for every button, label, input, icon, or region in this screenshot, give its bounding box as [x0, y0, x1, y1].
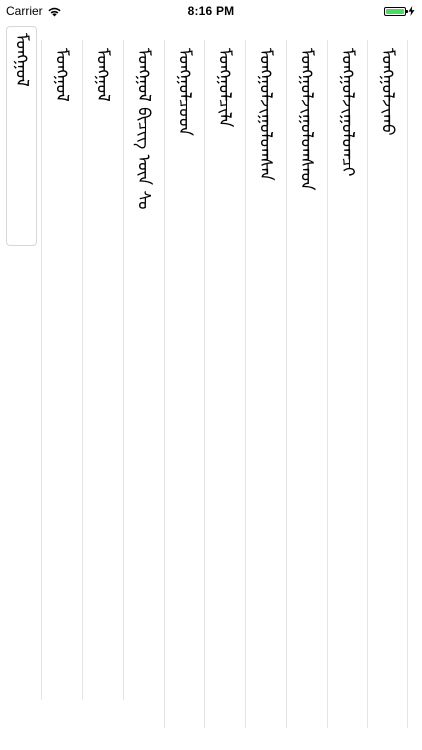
text-column-2[interactable]: ᠮᠣᠩᠭᠣᠯ	[41, 40, 81, 700]
column-text: ᠮᠣᠩᠭᠣᠯᠴᠤᠳ	[174, 48, 195, 136]
battery-group	[384, 6, 415, 16]
column-text: ᠮᠣᠩᠭᠣᠯᠵᠢᠭᠤᠯᠤᠭᠰᠠᠨ	[255, 48, 276, 181]
status-time: 8:16 PM	[187, 4, 235, 18]
text-column-1[interactable]: ᠮᠣᠩᠭᠣᠯ	[6, 26, 37, 246]
column-text: ᠮᠣᠩᠭᠣᠯ	[51, 48, 72, 102]
column-text: ᠮᠣᠩᠭᠣᠯᠵᠢᠭᠤᠯᠤᠭᠴᠢ	[337, 48, 358, 177]
app-screen: Carrier 8:16 PM ᠮᠣᠩᠭᠣᠯ ᠮᠣᠩᠭᠣᠯ ᠮᠣᠩᠭᠣᠯ ᠮᠣᠩ…	[0, 0, 422, 750]
charging-bolt-icon	[408, 6, 415, 16]
text-column-3[interactable]: ᠮᠣᠩᠭᠣᠯ	[82, 40, 122, 700]
text-column-7[interactable]: ᠮᠣᠩᠭᠣᠯᠵᠢᠭᠤᠯᠤᠭᠰᠠᠨ	[245, 40, 285, 728]
text-column-8[interactable]: ᠮᠣᠩᠭᠣᠯᠵᠢᠭᠤᠯᠤᠭᠰᠠᠳ	[286, 40, 326, 728]
vertical-text-list: ᠮᠣᠩᠭᠣᠯ ᠮᠣᠩᠭᠣᠯ ᠮᠣᠩᠭᠣᠯ ᠮᠣᠩᠭᠣᠯ ᠪᠢᠴᠢᠭ ᠦᠨ ᠰᠤ …	[0, 22, 422, 750]
text-column-5[interactable]: ᠮᠣᠩᠭᠣᠯᠴᠤᠳ	[164, 40, 204, 728]
text-column-10[interactable]: ᠮᠣᠩᠭᠣᠯᠵᠢᠬᠤ	[367, 40, 407, 728]
text-column-4[interactable]: ᠮᠣᠩᠭᠣᠯ ᠪᠢᠴᠢᠭ ᠦᠨ ᠰᠤ	[123, 40, 163, 700]
column-text: ᠮᠣᠩᠭᠣᠯ	[92, 48, 113, 102]
column-divider-end	[407, 40, 422, 728]
column-text: ᠮᠣᠩᠭᠣᠯᠴᠢᠯᠠ	[214, 48, 235, 128]
column-text: ᠮᠣᠩᠭᠣᠯ ᠪᠢᠴᠢᠭ ᠦᠨ ᠰᠤ	[133, 48, 154, 210]
column-text: ᠮᠣᠩᠭᠣᠯ	[11, 33, 32, 87]
text-column-9[interactable]: ᠮᠣᠩᠭᠣᠯᠵᠢᠭᠤᠯᠤᠭᠴᠢ	[327, 40, 367, 728]
battery-icon	[384, 6, 408, 16]
column-text: ᠮᠣᠩᠭᠣᠯᠵᠢᠬᠤ	[377, 48, 398, 136]
text-column-6[interactable]: ᠮᠣᠩᠭᠣᠯᠴᠢᠯᠠ	[204, 40, 244, 728]
status-bar: Carrier 8:16 PM	[0, 0, 422, 22]
battery-fill	[386, 8, 404, 14]
column-text: ᠮᠣᠩᠭᠣᠯᠵᠢᠭᠤᠯᠤᠭᠰᠠᠳ	[296, 48, 317, 191]
